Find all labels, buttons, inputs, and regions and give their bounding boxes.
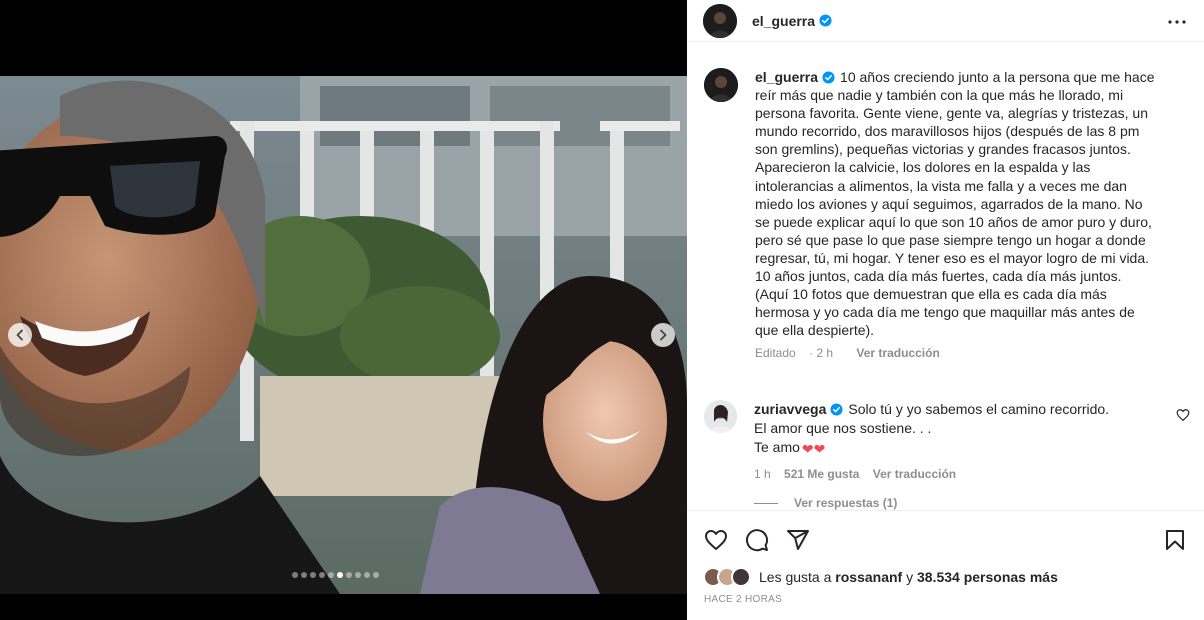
carousel-dot <box>292 572 298 578</box>
carousel-dot <box>373 572 379 578</box>
post-caption: el_guerra 10 años creciendo junto a la pe… <box>755 68 1157 339</box>
verified-badge-icon <box>830 403 843 416</box>
comment-like-button[interactable] <box>1176 408 1190 422</box>
comments-area[interactable]: el_guerra 10 años creciendo junto a la pe… <box>687 55 1204 510</box>
carousel-dot <box>310 572 316 578</box>
comment-age: 1 h <box>754 467 771 482</box>
carousel-dot <box>337 572 343 578</box>
carousel-indicator <box>292 572 379 578</box>
likes-text: Les gusta a rossananf y 38.534 personas … <box>759 569 1058 585</box>
liker-username[interactable]: rossananf <box>835 569 902 585</box>
post-actions-section: Les gusta a rossananf y 38.534 personas … <box>687 510 1204 620</box>
caption-meta: Editado · 2 h Ver traducción <box>755 346 1188 360</box>
verified-badge-icon <box>822 71 835 84</box>
comment-likes[interactable]: 521 Me gusta <box>784 467 859 481</box>
heart-icon <box>705 530 727 550</box>
comment-item: zuriavvega Solo tú y yo sabemos el camino… <box>687 380 1204 510</box>
commenter-username[interactable]: zuriavvega <box>754 401 826 417</box>
post-header: el_guerra <box>687 0 1204 42</box>
more-options-button[interactable] <box>1167 12 1187 32</box>
chevron-right-icon <box>660 329 667 341</box>
view-replies-label: Ver respuestas (1) <box>794 496 898 510</box>
like-button[interactable] <box>703 527 729 553</box>
heart-emojis: ❤❤ <box>801 441 826 458</box>
carousel-prev-button[interactable] <box>8 323 32 347</box>
liker-avatars <box>703 567 751 587</box>
post-panel: el_guerra el_guerra 10 años creciendo jun… <box>687 0 1204 620</box>
carousel-dot <box>346 572 352 578</box>
post-timestamp[interactable]: HACE 2 HORAS <box>687 594 1204 605</box>
post-photo <box>0 76 687 594</box>
carousel-dot <box>301 572 307 578</box>
action-bar <box>687 511 1204 555</box>
commenter-avatar[interactable] <box>704 400 737 434</box>
share-button[interactable] <box>785 527 811 553</box>
carousel-dot <box>355 572 361 578</box>
comment-icon <box>746 529 769 552</box>
caption-username[interactable]: el_guerra <box>755 69 818 85</box>
bookmark-icon <box>1166 530 1184 550</box>
likes-summary: Les gusta a rossananf y 38.534 personas … <box>687 567 1204 587</box>
carousel-dot <box>328 572 334 578</box>
replies-divider <box>754 502 778 504</box>
caption-translate-link[interactable]: Ver traducción <box>856 346 939 360</box>
comment-body: zuriavvega Solo tú y yo sabemos el camino… <box>754 400 1134 459</box>
comment-button[interactable] <box>744 527 770 553</box>
share-icon <box>787 530 809 550</box>
author-avatar[interactable] <box>703 3 737 38</box>
post-media <box>0 0 687 620</box>
carousel-dot <box>319 572 325 578</box>
carousel-dot <box>364 572 370 578</box>
author-username[interactable]: el_guerra <box>752 13 815 29</box>
likes-count[interactable]: 38.534 personas más <box>917 569 1058 585</box>
save-button[interactable] <box>1162 527 1188 553</box>
caption-text: 10 años creciendo junto a la persona que… <box>755 69 1155 339</box>
comment-meta: 1 h 521 Me gusta Ver traducción <box>754 467 1188 481</box>
heart-icon <box>1176 409 1190 422</box>
carousel-next-button[interactable] <box>651 323 675 347</box>
view-replies-button[interactable]: Ver respuestas (1) <box>754 496 1188 510</box>
more-icon <box>1168 20 1186 24</box>
liker-avatar[interactable] <box>731 567 751 587</box>
chevron-left-icon <box>16 329 23 341</box>
verified-badge-icon <box>819 14 832 27</box>
edited-label: Editado · 2 h <box>755 346 834 361</box>
caption-row: el_guerra 10 años creciendo junto a la pe… <box>687 55 1204 360</box>
comment-translate-link[interactable]: Ver traducción <box>873 467 956 481</box>
caption-author-avatar[interactable] <box>704 68 738 102</box>
